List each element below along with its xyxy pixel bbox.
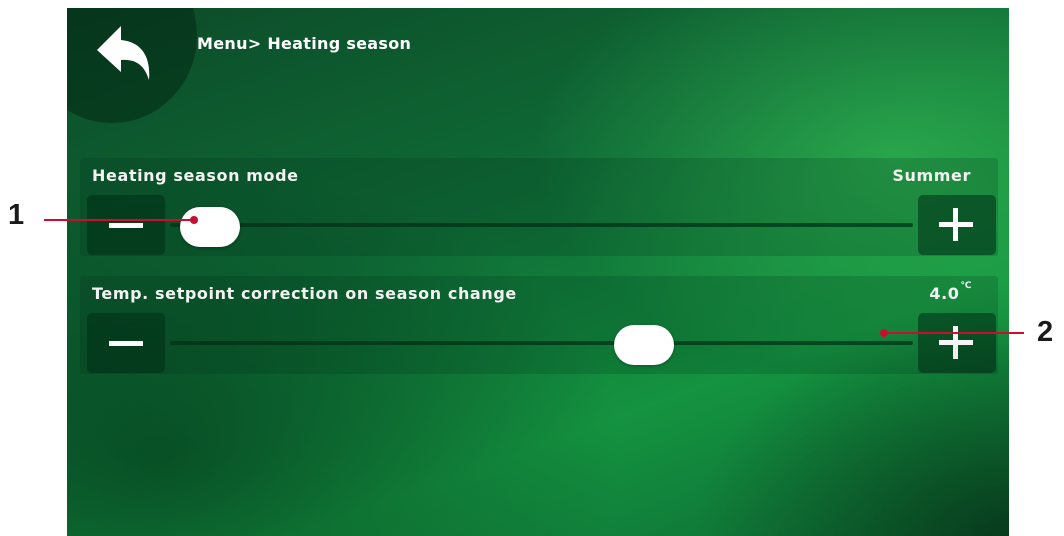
increase-button[interactable] (918, 313, 996, 373)
setting-value-text: Summer (892, 166, 971, 185)
slider-thumb[interactable] (180, 207, 240, 247)
plus-icon-vertical (953, 208, 958, 241)
setting-value: 4.0℃ (929, 281, 972, 303)
heating-season-screen: Menu> Heating season Heating season mode… (67, 8, 1009, 536)
setting-value-unit: ℃ (960, 281, 972, 291)
setting-row-heating-season-mode: Heating season mode Summer (80, 158, 998, 256)
decrease-button[interactable] (87, 313, 165, 373)
slider-track[interactable] (170, 223, 913, 227)
callout-line (44, 219, 194, 221)
minus-icon (109, 341, 143, 346)
callout-number: 2 (1037, 316, 1054, 348)
callout-number: 1 (8, 199, 25, 231)
increase-button[interactable] (918, 195, 996, 255)
setting-label: Heating season mode (92, 166, 299, 185)
minus-icon (109, 223, 143, 228)
back-arrow-icon (97, 26, 150, 80)
plus-icon-horizontal (939, 340, 973, 345)
callout-line (884, 332, 1024, 334)
decrease-button[interactable] (87, 195, 165, 255)
slider-track[interactable] (170, 341, 913, 345)
breadcrumb: Menu> Heating season (197, 34, 412, 53)
setting-row-temp-setpoint-correction: Temp. setpoint correction on season chan… (80, 276, 998, 374)
slider-thumb[interactable] (614, 325, 674, 365)
callout-dot (880, 329, 888, 337)
plus-icon-vertical (953, 326, 958, 359)
setting-value-text: 4.0 (929, 284, 960, 303)
back-button[interactable] (91, 20, 163, 88)
setting-value: Summer (892, 166, 972, 185)
callout-dot (190, 216, 198, 224)
setting-label: Temp. setpoint correction on season chan… (92, 284, 517, 303)
